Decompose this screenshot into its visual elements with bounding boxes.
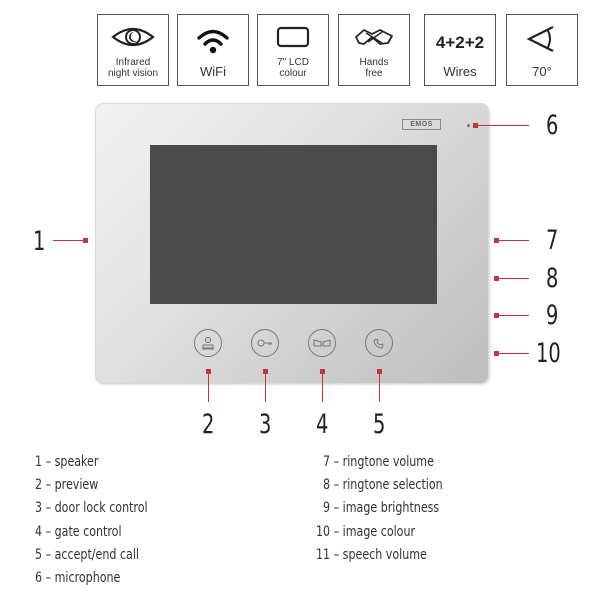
gate-control-button[interactable] [308, 329, 336, 357]
feature-label: Infrared night vision [107, 57, 159, 79]
legend-right: 7 – ringtone volume 8 – ringtone selecti… [316, 451, 460, 567]
feature-lcd: 7" LCD colour [257, 14, 329, 86]
feature-label: 7" LCD colour [277, 57, 309, 79]
callout-line-9 [497, 315, 529, 316]
callout-line-2 [208, 372, 209, 402]
callout-line-6 [476, 125, 529, 126]
callout-line-7 [497, 240, 529, 241]
feature-infrared: Infrared night vision [97, 14, 169, 86]
callout-number-5: 5 [373, 409, 386, 440]
legend-item: 8 – ringtone selection [323, 477, 443, 494]
callout-number-4: 4 [316, 409, 329, 440]
callout-number-8: 8 [546, 263, 559, 294]
wifi-icon [178, 25, 248, 57]
legend-item: 9 – image brightness [323, 500, 440, 517]
callout-number-1: 1 [33, 226, 46, 257]
callout-number-6: 6 [546, 110, 559, 141]
legend-item: 5 – accept/end call [35, 546, 140, 563]
callout-line-5 [379, 372, 380, 402]
legend-item: 6 – microphone [35, 570, 121, 587]
legend-left: 1 – speaker 2 – preview 3 – door lock co… [35, 451, 163, 590]
lcd-screen-icon [258, 21, 328, 53]
door-lock-button[interactable] [251, 329, 279, 357]
callout-number-2: 2 [202, 409, 215, 440]
feature-label: Hands free [359, 57, 389, 79]
lcd-screen [150, 145, 437, 304]
callout-number-3: 3 [259, 409, 272, 440]
callout-line-3 [265, 372, 266, 402]
accept-end-call-button[interactable] [365, 329, 393, 357]
feature-wires: 4+2+2 Wires [424, 14, 496, 86]
feature-label: 70° [532, 64, 552, 79]
callout-number-7: 7 [546, 225, 559, 256]
legend-item: 3 – door lock control [35, 500, 148, 517]
feature-viewing-angle: 70° [506, 14, 578, 86]
callout-line-8 [497, 278, 529, 279]
microphone-hole [467, 124, 470, 127]
preview-button[interactable] [194, 329, 222, 357]
legend-item: 7 – ringtone volume [323, 454, 434, 470]
feature-wifi: WiFi [177, 14, 249, 86]
legend-item: 10 – image colour [316, 523, 416, 540]
feature-label: Wires [443, 64, 477, 79]
viewing-angle-icon [507, 23, 577, 55]
brand-logo: EMOS [402, 119, 441, 130]
legend-item: 11 – speech volume [316, 546, 427, 563]
wires-count: 4+2+2 [435, 33, 485, 52]
callout-line-4 [322, 372, 323, 402]
callout-line-10 [497, 353, 529, 354]
callout-dot-1 [83, 238, 88, 243]
legend-item: 2 – preview [35, 477, 99, 494]
feature-handsfree: Hands free [338, 14, 410, 86]
callout-number-10: 10 [536, 338, 561, 369]
video-monitor: EMOS [95, 103, 489, 384]
key-icon [257, 339, 272, 347]
callout-number-9: 9 [546, 300, 559, 331]
eye-moon-icon [98, 21, 168, 53]
feature-label: WiFi [200, 64, 226, 79]
callout-line-1 [53, 240, 85, 241]
legend-item: 4 – gate control [35, 523, 122, 540]
gate-icon [313, 339, 331, 347]
legend-item: 1 – speaker [35, 454, 99, 470]
preview-person-icon [202, 336, 214, 350]
handshake-icon [339, 21, 409, 53]
phone-handset-icon [373, 338, 384, 349]
